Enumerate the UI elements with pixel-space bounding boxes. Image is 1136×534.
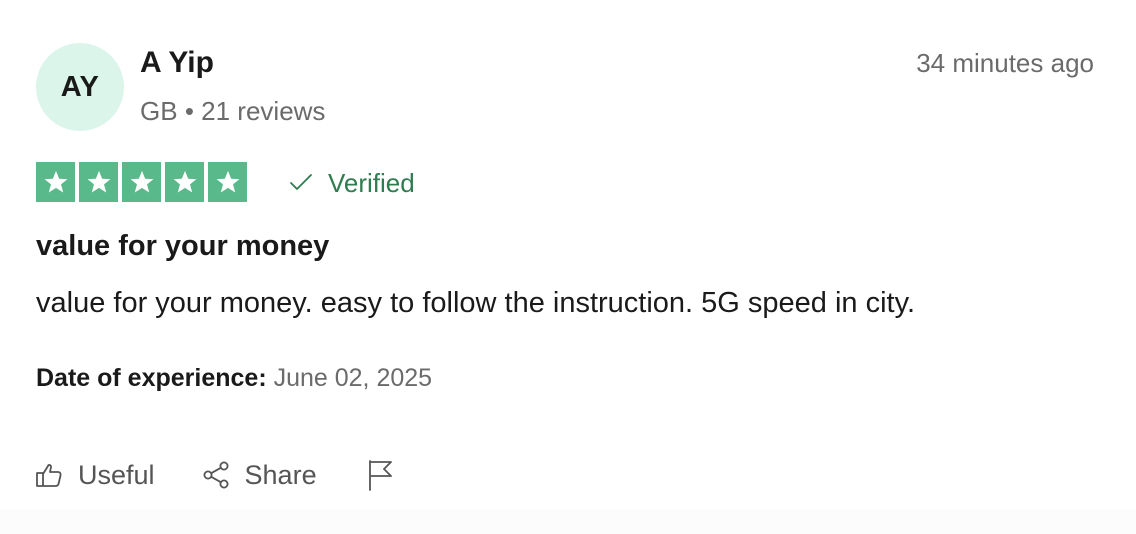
date-of-experience: Date of experience: June 02, 2025 xyxy=(36,364,432,393)
card-bottom-edge xyxy=(0,510,1136,534)
star-icon xyxy=(122,162,161,202)
verified-badge[interactable]: Verified xyxy=(288,168,415,199)
review-timestamp: 34 minutes ago xyxy=(916,48,1094,78)
verified-label: Verified xyxy=(328,168,415,198)
useful-button[interactable]: Useful xyxy=(34,460,155,491)
reviewer-name[interactable]: A Yip xyxy=(140,46,214,80)
reviewer-meta: GB • 21 reviews xyxy=(140,96,325,127)
star-icon xyxy=(165,162,204,202)
star-icon xyxy=(36,162,75,202)
reviewer-review-count: 21 reviews xyxy=(201,96,326,126)
review-actions: Useful Share xyxy=(34,458,395,492)
review-card: AY A Yip GB • 21 reviews 34 minutes ago … xyxy=(0,0,1136,534)
report-button[interactable] xyxy=(365,458,395,492)
review-title[interactable]: value for your money xyxy=(36,230,329,263)
meta-separator: • xyxy=(184,96,194,126)
share-button[interactable]: Share xyxy=(201,460,317,491)
star-rating xyxy=(36,162,247,202)
avatar[interactable]: AY xyxy=(36,43,124,131)
checkmark-icon xyxy=(288,168,314,199)
reviewer-country: GB xyxy=(140,96,178,126)
useful-label: Useful xyxy=(78,459,155,490)
review-body: value for your money. easy to follow the… xyxy=(36,287,916,319)
star-icon xyxy=(208,162,247,202)
star-icon xyxy=(79,162,118,202)
experience-date: June 02, 2025 xyxy=(273,364,433,392)
thumbs-up-icon xyxy=(34,460,64,490)
experience-label: Date of experience: xyxy=(36,364,267,392)
share-icon xyxy=(201,460,231,490)
flag-icon xyxy=(365,458,395,492)
share-label: Share xyxy=(244,459,317,490)
